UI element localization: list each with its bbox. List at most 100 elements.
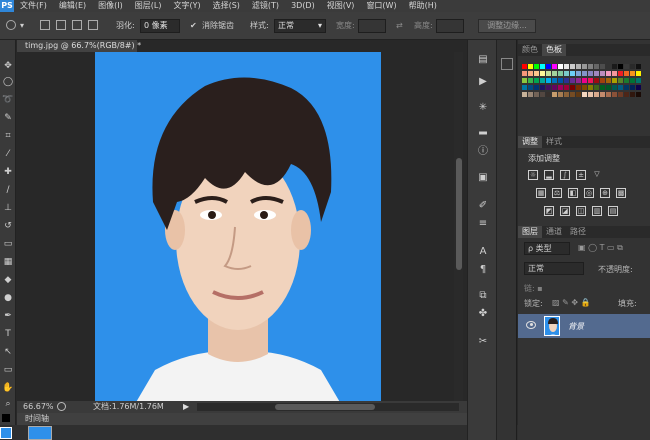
color-swatch[interactable] bbox=[600, 78, 605, 83]
swatches-grid[interactable] bbox=[522, 58, 644, 114]
color-swatch[interactable] bbox=[558, 64, 563, 69]
swatches-3d-icon[interactable]: ✂ bbox=[477, 336, 489, 348]
color-swatch[interactable] bbox=[582, 85, 587, 90]
color-swatch[interactable] bbox=[570, 92, 575, 97]
menu-filter[interactable]: 滤镜(T) bbox=[246, 0, 285, 12]
zoom-tool-icon[interactable]: ⌕ bbox=[2, 398, 14, 410]
color-swatch[interactable] bbox=[612, 64, 617, 69]
antialias-checkbox[interactable]: ✔ bbox=[190, 20, 197, 32]
color-swatch[interactable] bbox=[570, 78, 575, 83]
color-swatch[interactable] bbox=[534, 78, 539, 83]
color-swatch[interactable] bbox=[546, 85, 551, 90]
black-white-icon[interactable]: ◧ bbox=[568, 188, 578, 198]
paragraph-panel-icon[interactable]: ¶ bbox=[477, 264, 489, 276]
lock-icons[interactable]: ▨ ✎ ✥ 🔒 bbox=[552, 298, 591, 307]
elliptical-marquee-icon[interactable] bbox=[6, 20, 16, 30]
color-swatch[interactable] bbox=[564, 64, 569, 69]
color-swatch[interactable] bbox=[528, 85, 533, 90]
tab-channels[interactable]: 通道 bbox=[542, 226, 566, 238]
image-canvas[interactable] bbox=[95, 52, 381, 404]
color-swatch[interactable] bbox=[564, 92, 569, 97]
crop-tool-icon[interactable]: ⌗ bbox=[2, 130, 14, 142]
tab-paths[interactable]: 路径 bbox=[566, 226, 590, 238]
color-swatch[interactable] bbox=[528, 64, 533, 69]
color-swatch[interactable] bbox=[546, 64, 551, 69]
brightness-icon[interactable]: ☼ bbox=[528, 170, 538, 180]
blend-mode-select[interactable]: 正常 bbox=[524, 262, 584, 275]
color-swatch[interactable] bbox=[606, 71, 611, 76]
hand-tool-icon[interactable]: ✋ bbox=[2, 382, 14, 394]
color-swatch[interactable] bbox=[576, 64, 581, 69]
document-tab[interactable]: timg.jpg @ 66.7%(RGB/8#) * bbox=[17, 40, 141, 52]
color-swatch[interactable] bbox=[624, 85, 629, 90]
width-input[interactable] bbox=[358, 19, 386, 33]
threshold-icon[interactable]: ◫ bbox=[576, 206, 586, 216]
timeline-thumbnail[interactable] bbox=[28, 426, 52, 440]
color-swatch[interactable] bbox=[558, 71, 563, 76]
color-swatch[interactable] bbox=[624, 78, 629, 83]
color-swatch[interactable] bbox=[630, 92, 635, 97]
horizontal-scrollbar[interactable] bbox=[197, 403, 459, 411]
feather-input[interactable]: 0 像素 bbox=[140, 19, 180, 33]
intersect-selection-icon[interactable] bbox=[88, 20, 98, 30]
color-swatch[interactable] bbox=[636, 92, 641, 97]
menu-layer[interactable]: 图层(L) bbox=[129, 0, 168, 12]
timeline-tab[interactable]: 时间轴 bbox=[25, 413, 49, 425]
info-panel-icon[interactable]: ⓘ bbox=[477, 146, 489, 158]
color-swatch[interactable] bbox=[534, 71, 539, 76]
tab-swatches[interactable]: 色板 bbox=[542, 44, 566, 56]
color-swatch[interactable] bbox=[618, 92, 623, 97]
color-swatch[interactable] bbox=[588, 71, 593, 76]
color-swatch[interactable] bbox=[552, 92, 557, 97]
color-swatch[interactable] bbox=[606, 78, 611, 83]
color-swatch[interactable] bbox=[600, 64, 605, 69]
color-swatch[interactable] bbox=[636, 71, 641, 76]
photo-filter-icon[interactable]: ◎ bbox=[584, 188, 594, 198]
color-swatch[interactable] bbox=[606, 92, 611, 97]
color-swatch[interactable] bbox=[576, 78, 581, 83]
color-swatch[interactable] bbox=[600, 92, 605, 97]
layer-filter-icons[interactable]: ▣ ◯ T ▭ ⧉ bbox=[578, 243, 623, 253]
color-swatch[interactable] bbox=[630, 78, 635, 83]
color-swatch[interactable] bbox=[588, 85, 593, 90]
color-swatch[interactable] bbox=[552, 71, 557, 76]
color-swatch[interactable] bbox=[600, 85, 605, 90]
vibrance-icon[interactable]: ▽ bbox=[592, 170, 602, 180]
color-swatch[interactable] bbox=[588, 92, 593, 97]
layer-filter-select[interactable]: ρ 类型 bbox=[524, 242, 570, 255]
lasso-tool-icon[interactable]: ➰ bbox=[2, 94, 14, 106]
status-arrow-icon[interactable]: ▶ bbox=[183, 401, 189, 413]
color-swatch[interactable] bbox=[594, 64, 599, 69]
invert-icon[interactable]: ◩ bbox=[544, 206, 554, 216]
color-swatch[interactable] bbox=[618, 78, 623, 83]
shape-tool-icon[interactable]: ▭ bbox=[2, 364, 14, 376]
color-swatch[interactable] bbox=[564, 85, 569, 90]
menu-type[interactable]: 文字(Y) bbox=[167, 0, 206, 12]
menu-3d[interactable]: 3D(D) bbox=[285, 0, 321, 12]
brush-panel-icon[interactable]: ≡ bbox=[477, 218, 489, 230]
visibility-eye-icon[interactable] bbox=[526, 321, 536, 329]
color-swatch[interactable] bbox=[582, 92, 587, 97]
height-input[interactable] bbox=[436, 19, 464, 33]
color-swatch[interactable] bbox=[636, 85, 641, 90]
color-swatch[interactable] bbox=[546, 78, 551, 83]
color-swatch[interactable] bbox=[534, 64, 539, 69]
color-swatch[interactable] bbox=[546, 92, 551, 97]
color-swatch[interactable] bbox=[576, 71, 581, 76]
dropdown-arrow-icon[interactable]: ▾ bbox=[20, 20, 24, 32]
color-swatch[interactable] bbox=[588, 64, 593, 69]
tab-styles[interactable]: 样式 bbox=[542, 136, 566, 148]
history-panel-icon[interactable]: ▤ bbox=[477, 54, 489, 66]
clone-source-icon[interactable]: ⧉ bbox=[477, 290, 489, 302]
layer-row-background[interactable]: 背景 bbox=[518, 314, 650, 338]
color-swatch[interactable] bbox=[528, 71, 533, 76]
color-lookup-icon[interactable]: ▩ bbox=[616, 188, 626, 198]
pen-tool-icon[interactable]: ✒ bbox=[2, 310, 14, 322]
color-swatch[interactable] bbox=[594, 92, 599, 97]
gradient-map-icon[interactable]: ▥ bbox=[592, 206, 602, 216]
color-swatch[interactable] bbox=[540, 78, 545, 83]
add-selection-icon[interactable] bbox=[56, 20, 66, 30]
color-swatch[interactable] bbox=[630, 85, 635, 90]
color-swatch[interactable] bbox=[552, 85, 557, 90]
color-swatch[interactable] bbox=[624, 64, 629, 69]
